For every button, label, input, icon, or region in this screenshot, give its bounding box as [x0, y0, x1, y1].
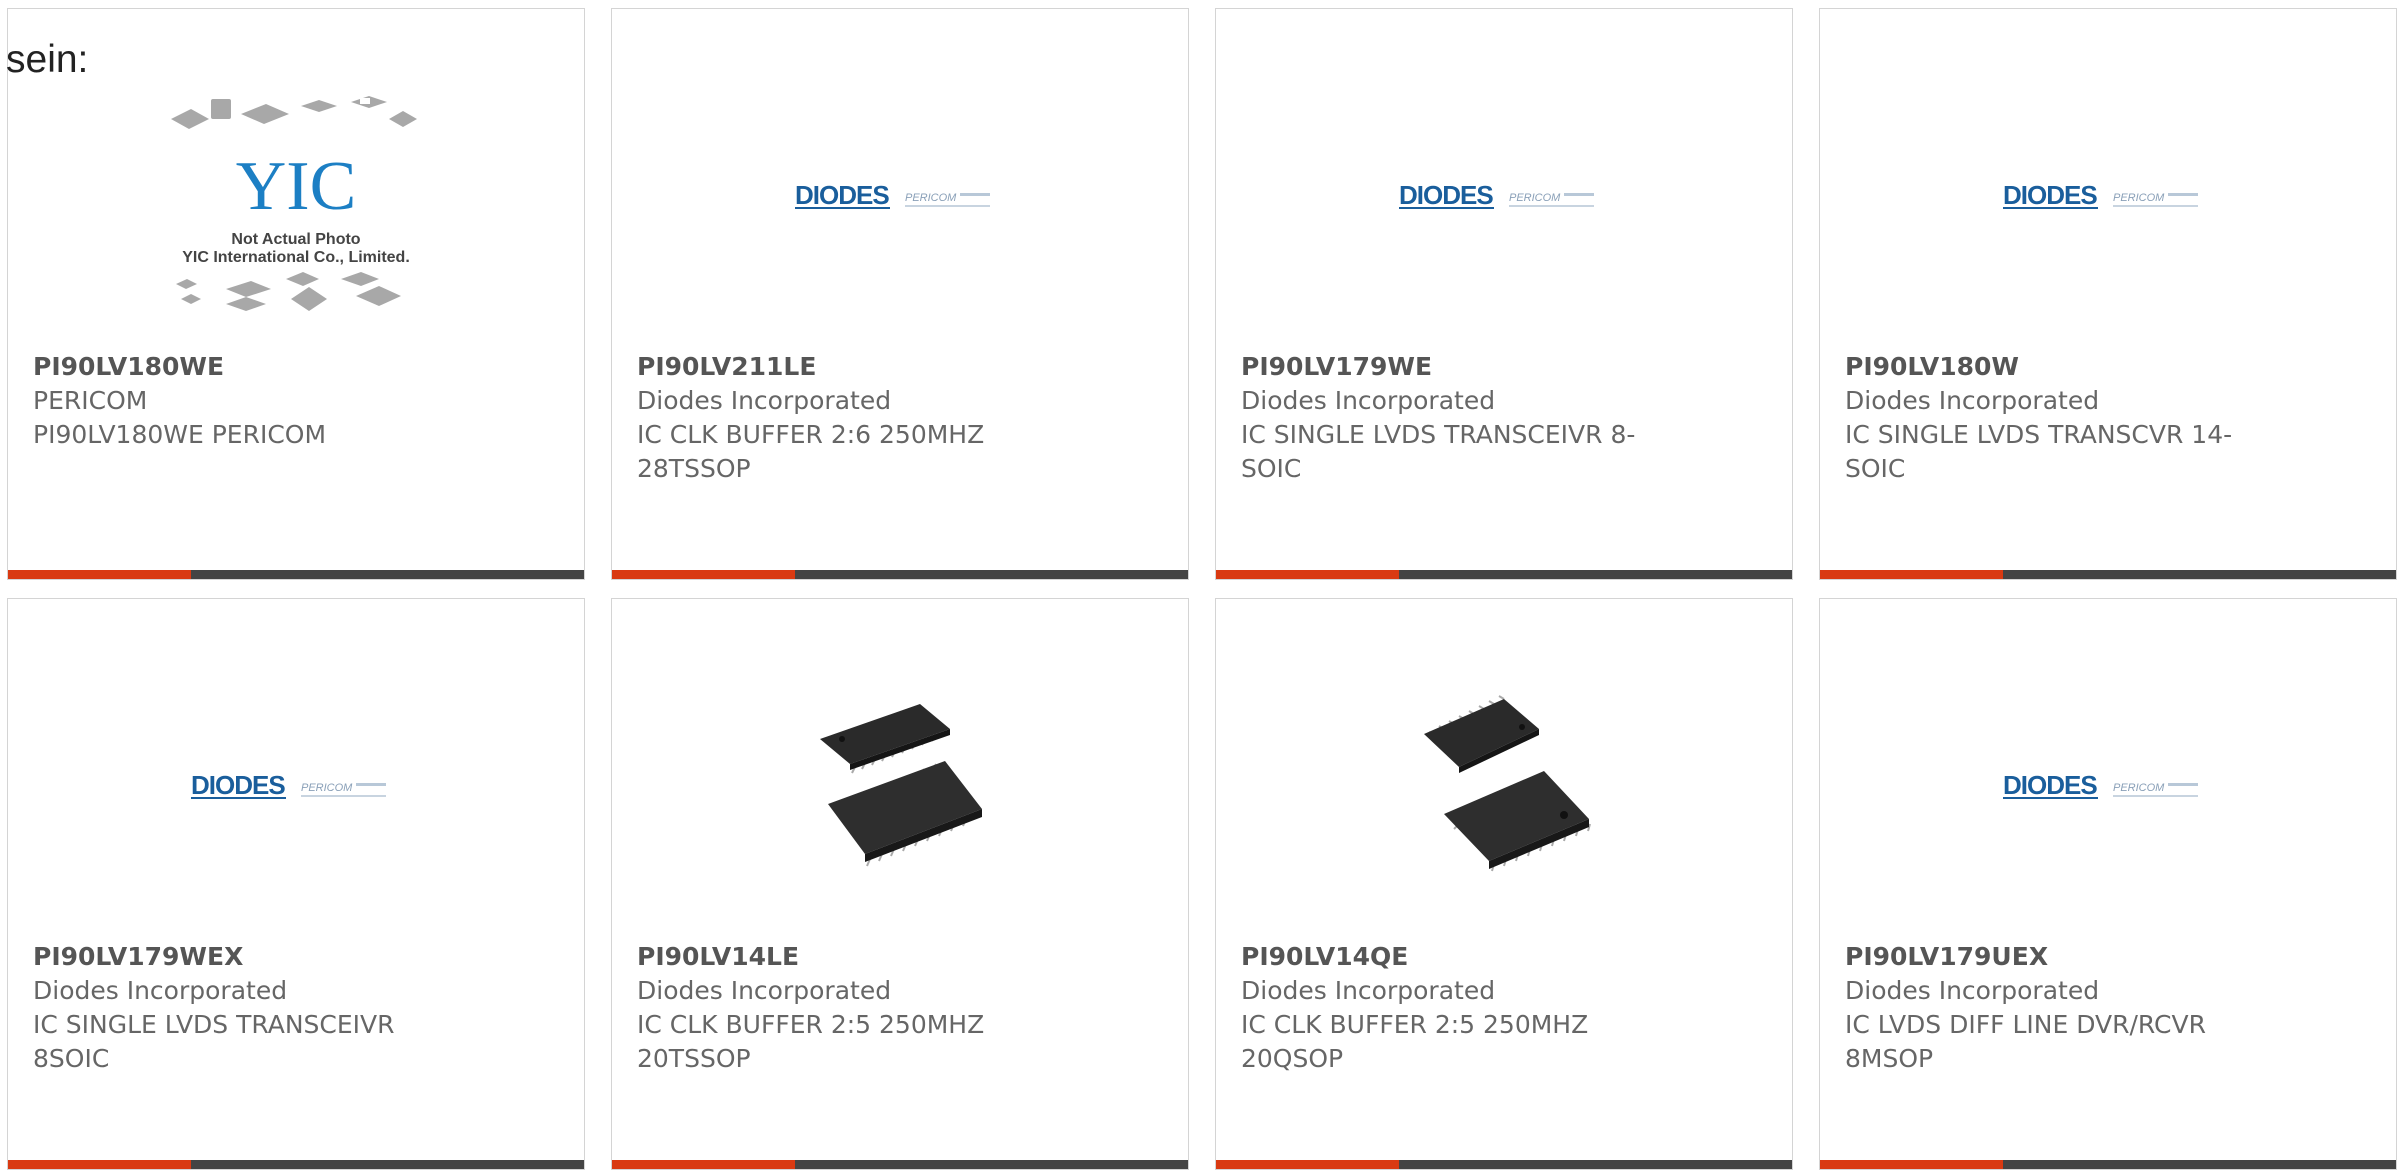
description-cont: SOIC [1845, 454, 1906, 483]
part-number[interactable]: PI90LV211LE [637, 350, 1168, 384]
card-accent-bar [1216, 570, 1399, 579]
product-card[interactable]: PI90LV14LE Diodes Incorporated IC CLK BU… [611, 598, 1189, 1170]
manufacturer: PERICOM [33, 386, 148, 415]
svg-text:DIODES: DIODES [1399, 180, 1493, 210]
svg-text:DIODES: DIODES [2003, 770, 2097, 800]
card-accent-bar [1820, 1160, 2003, 1169]
placeholder-line2: YIC International Co., Limited. [182, 249, 410, 266]
manufacturer: Diodes Incorporated [1241, 976, 1496, 1005]
product-info: PI90LV180W Diodes Incorporated IC SINGLE… [1845, 350, 2376, 486]
description: IC CLK BUFFER 2:6 250MHZ [637, 420, 985, 449]
product-image-placeholder: YIC Not Actual Photo YIC International C… [9, 49, 583, 349]
diodes-pericom-logo: DIODES PERICOM [1217, 49, 1791, 349]
product-info: PI90LV211LE Diodes Incorporated IC CLK B… [637, 350, 1168, 486]
svg-text:DIODES: DIODES [191, 770, 285, 800]
card-bottom-bar [1216, 1160, 1792, 1169]
manufacturer: Diodes Incorporated [637, 976, 892, 1005]
manufacturer: Diodes Incorporated [1241, 386, 1496, 415]
product-card[interactable]: DIODES PERICOM PI90LV179WEX Diodes Incor… [7, 598, 585, 1170]
part-number[interactable]: PI90LV14QE [1241, 940, 1772, 974]
description-cont: 20TSSOP [637, 1044, 751, 1073]
description: IC SINGLE LVDS TRANSCEIVR [33, 1010, 395, 1039]
diodes-pericom-logo: DIODES PERICOM [1821, 639, 2395, 939]
part-number[interactable]: PI90LV179WE [1241, 350, 1772, 384]
product-card[interactable]: DIODES PERICOM PI90LV179WE Diodes Incorp… [1215, 8, 1793, 580]
description: IC SINGLE LVDS TRANSCEIVR 8- [1241, 420, 1636, 449]
description-cont: 28TSSOP [637, 454, 751, 483]
product-info: PI90LV179WE Diodes Incorporated IC SINGL… [1241, 350, 1772, 486]
product-card[interactable]: DIODES PERICOM PI90LV211LE Diodes Incorp… [611, 8, 1189, 580]
ic-chip-photo [1217, 639, 1791, 939]
placeholder-line1: Not Actual Photo [231, 231, 360, 248]
card-bottom-bar [1820, 1160, 2396, 1169]
manufacturer: Diodes Incorporated [1845, 386, 2100, 415]
card-bottom-bar [8, 570, 584, 579]
card-accent-bar [8, 570, 191, 579]
card-accent-bar [1820, 570, 2003, 579]
part-number[interactable]: PI90LV180WE [33, 350, 564, 384]
card-bottom-bar [612, 1160, 1188, 1169]
part-number[interactable]: PI90LV179WEX [33, 940, 564, 974]
product-info: PI90LV179UEX Diodes Incorporated IC LVDS… [1845, 940, 2376, 1076]
manufacturer: Diodes Incorporated [637, 386, 892, 415]
product-info: PI90LV180WE PERICOM PI90LV180WE PERICOM [33, 350, 564, 452]
card-accent-bar [8, 1160, 191, 1169]
card-bottom-bar [1216, 570, 1792, 579]
part-number[interactable]: PI90LV179UEX [1845, 940, 2376, 974]
card-accent-bar [1216, 1160, 1399, 1169]
svg-text:DIODES: DIODES [2003, 180, 2097, 210]
svg-text:DIODES: DIODES [795, 180, 889, 210]
manufacturer: Diodes Incorporated [1845, 976, 2100, 1005]
ic-chip-photo [613, 639, 1187, 939]
svg-text:PERICOM: PERICOM [2113, 782, 2165, 794]
description-cont: 8SOIC [33, 1044, 110, 1073]
description: IC CLK BUFFER 2:5 250MHZ [637, 1010, 985, 1039]
product-card[interactable]: PI90LV14QE Diodes Incorporated IC CLK BU… [1215, 598, 1793, 1170]
description-cont: SOIC [1241, 454, 1302, 483]
part-number[interactable]: PI90LV180W [1845, 350, 2376, 384]
product-info: PI90LV14LE Diodes Incorporated IC CLK BU… [637, 940, 1168, 1076]
intro-text: sein: [6, 38, 89, 81]
diodes-pericom-logo: DIODES PERICOM [613, 49, 1187, 349]
diodes-pericom-logo: DIODES PERICOM [9, 639, 583, 939]
description-cont: 20QSOP [1241, 1044, 1344, 1073]
svg-text:PERICOM: PERICOM [1509, 192, 1561, 204]
svg-text:YIC: YIC [236, 148, 357, 225]
card-bottom-bar [612, 570, 1188, 579]
description: IC SINGLE LVDS TRANSCVR 14- [1845, 420, 2233, 449]
description: PI90LV180WE PERICOM [33, 420, 327, 449]
part-number[interactable]: PI90LV14LE [637, 940, 1168, 974]
manufacturer: Diodes Incorporated [33, 976, 288, 1005]
description: IC LVDS DIFF LINE DVR/RCVR [1845, 1010, 2206, 1039]
svg-text:PERICOM: PERICOM [2113, 192, 2165, 204]
description-cont: 8MSOP [1845, 1044, 1934, 1073]
svg-text:PERICOM: PERICOM [905, 192, 957, 204]
card-bottom-bar [8, 1160, 584, 1169]
product-card[interactable]: DIODES PERICOM PI90LV180W Diodes Incorpo… [1819, 8, 2397, 580]
product-info: PI90LV179WEX Diodes Incorporated IC SING… [33, 940, 564, 1076]
card-accent-bar [612, 1160, 795, 1169]
card-bottom-bar [1820, 570, 2396, 579]
description: IC CLK BUFFER 2:5 250MHZ [1241, 1010, 1589, 1039]
product-card[interactable]: DIODES PERICOM PI90LV179UEX Diodes Incor… [1819, 598, 2397, 1170]
product-info: PI90LV14QE Diodes Incorporated IC CLK BU… [1241, 940, 1772, 1076]
product-card[interactable]: YIC Not Actual Photo YIC International C… [7, 8, 585, 580]
diodes-pericom-logo: DIODES PERICOM [1821, 49, 2395, 349]
card-accent-bar [612, 570, 795, 579]
svg-text:PERICOM: PERICOM [301, 782, 353, 794]
